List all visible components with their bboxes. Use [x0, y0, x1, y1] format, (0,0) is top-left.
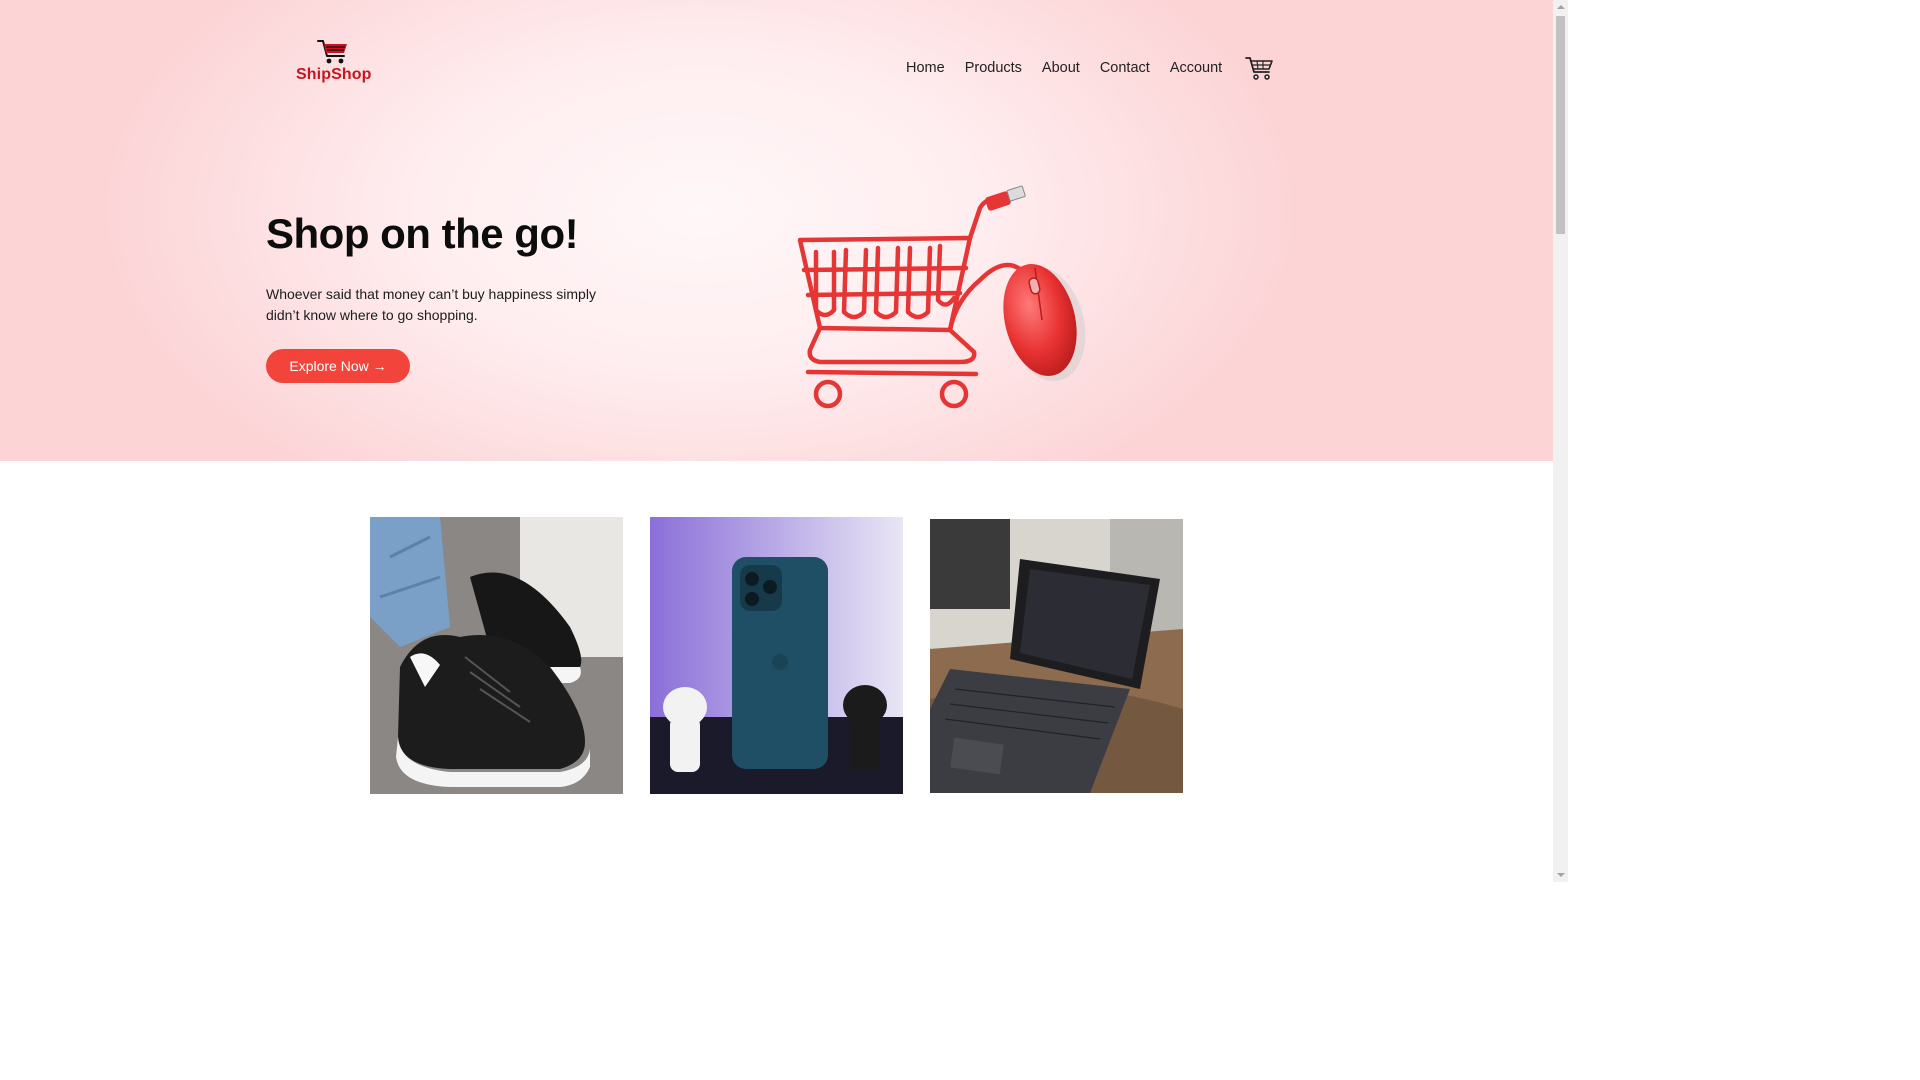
vertical-scrollbar[interactable] — [1553, 0, 1568, 882]
shopping-cart-icon[interactable] — [1245, 55, 1273, 81]
nav-products[interactable]: Products — [965, 60, 1022, 76]
product-card-laptop[interactable] — [930, 519, 1183, 793]
nav-home[interactable]: Home — [906, 60, 945, 76]
hero-cart-mouse-image — [797, 185, 1086, 409]
phone-image — [650, 517, 903, 794]
explore-now-button[interactable]: Explore Now → — [266, 349, 410, 383]
hero-subtitle: Whoever said that money can’t buy happin… — [266, 286, 596, 323]
shopping-cart-icon — [317, 40, 347, 64]
hero-title: Shop on the go! — [266, 210, 579, 257]
brand-name: ShipShop — [296, 66, 372, 83]
laptop-image — [930, 519, 1183, 793]
nav-about[interactable]: About — [1042, 60, 1080, 76]
scrollbar-thumb[interactable] — [1556, 16, 1565, 234]
product-card-sneakers[interactable] — [370, 517, 623, 794]
product-card-phone[interactable] — [650, 517, 903, 794]
page: ShipShop Home Products About Contact Acc… — [0, 0, 1553, 882]
nav-account[interactable]: Account — [1170, 60, 1222, 76]
main-nav: Home Products About Contact Account — [906, 60, 1222, 76]
scroll-down-icon[interactable] — [1557, 873, 1565, 877]
hero-section: ShipShop Home Products About Contact Acc… — [0, 0, 1553, 461]
nav-contact[interactable]: Contact — [1100, 60, 1150, 76]
sneakers-image — [370, 517, 623, 794]
scroll-up-icon[interactable] — [1557, 5, 1565, 9]
brand-logo[interactable]: ShipShop — [294, 36, 376, 88]
